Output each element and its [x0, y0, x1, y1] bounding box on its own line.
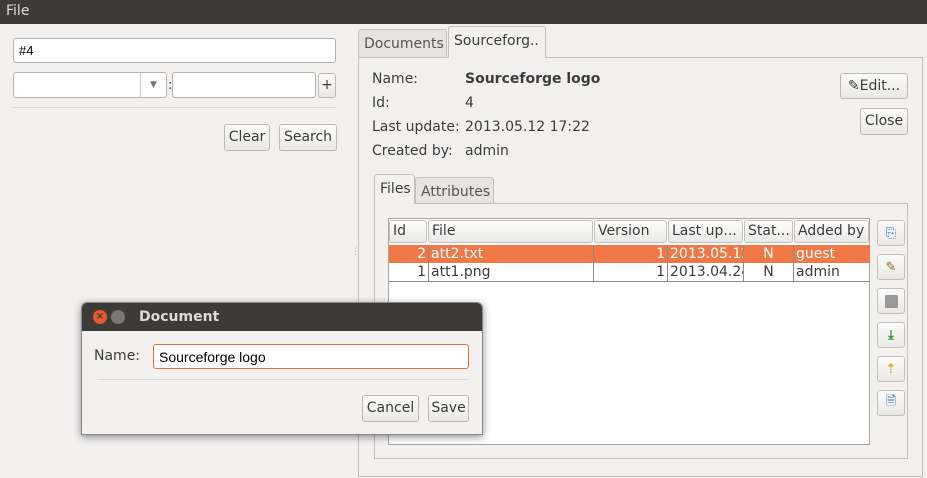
- last-update-label: Last update:: [372, 119, 460, 135]
- add-condition-button[interactable]: +: [318, 73, 336, 98]
- pencil-icon: ✎: [885, 259, 897, 275]
- attribute-combo[interactable]: ▼: [13, 72, 167, 98]
- menu-file[interactable]: File: [6, 3, 29, 19]
- last-update-value: 2013.05.12 17:22: [465, 119, 590, 135]
- pencil-icon: ✎: [847, 78, 860, 94]
- search-button[interactable]: Search: [279, 124, 337, 151]
- divider: [97, 379, 469, 380]
- name-label: Name:: [372, 71, 419, 87]
- open-icon: ⎘: [885, 225, 897, 241]
- download-button[interactable]: ⤓: [877, 322, 905, 348]
- menubar: File: [0, 0, 927, 24]
- save-file-button[interactable]: [877, 288, 905, 314]
- table-row[interactable]: 2 att2.txt 1 2013.05.12 N guest: [389, 245, 870, 263]
- close-button[interactable]: Close: [860, 108, 908, 135]
- edit-file-button[interactable]: ✎: [877, 254, 905, 280]
- attribute-value-input[interactable]: [172, 72, 316, 98]
- created-by-label: Created by:: [372, 143, 453, 159]
- cell-version: 1: [594, 245, 668, 263]
- save-icon: [884, 294, 898, 308]
- cell-id: 2: [389, 245, 429, 263]
- download-icon: ⤓: [888, 327, 894, 343]
- edit-button[interactable]: ✎Edit...: [840, 73, 908, 99]
- clear-button[interactable]: Clear: [224, 124, 270, 151]
- chevron-down-icon: ▼: [140, 73, 166, 97]
- document-dialog: × Document Name: Cancel Save: [81, 302, 483, 435]
- tab-attributes[interactable]: Attributes: [415, 177, 494, 204]
- cell-added-by: admin: [796, 264, 840, 280]
- id-value: 4: [465, 95, 474, 111]
- dialog-name-input[interactable]: [153, 344, 469, 369]
- cell-last-update: 2013.05.12: [670, 245, 744, 263]
- cancel-button[interactable]: Cancel: [362, 395, 419, 422]
- dialog-title: Document: [139, 309, 220, 325]
- divider: [12, 107, 336, 108]
- created-by-value: admin: [465, 143, 509, 159]
- cell-added-by: guest: [796, 246, 836, 262]
- id-label: Id:: [372, 95, 390, 111]
- dialog-titlebar: × Document: [82, 303, 482, 331]
- dialog-name-label: Name:: [94, 348, 141, 364]
- tab-sourceforge[interactable]: Sourceforg..: [448, 26, 546, 58]
- name-value: Sourceforge logo: [465, 71, 601, 87]
- column-header-file[interactable]: File: [428, 220, 593, 243]
- upload-icon: ⇡: [885, 361, 897, 377]
- cell-last-update: 2013.04.24: [670, 263, 744, 281]
- open-file-button[interactable]: ⎘: [877, 220, 905, 246]
- cell-id: 1: [389, 263, 429, 281]
- cell-status: N: [744, 263, 794, 281]
- cell-version: 1: [594, 263, 668, 281]
- cell-status: N: [744, 245, 794, 263]
- tab-files[interactable]: Files: [374, 174, 415, 204]
- search-query-input[interactable]: [13, 38, 336, 63]
- export-icon: 🗎: [885, 394, 897, 409]
- column-header-id[interactable]: Id: [389, 220, 427, 243]
- save-button[interactable]: Save: [428, 395, 469, 422]
- table-row[interactable]: 1 att1.png 1 2013.04.24 N admin: [389, 263, 870, 282]
- close-icon[interactable]: ×: [93, 310, 107, 324]
- column-header-version[interactable]: Version: [594, 220, 667, 243]
- cell-file: att1.png: [429, 263, 594, 281]
- export-button[interactable]: 🗎: [877, 390, 905, 416]
- column-header-added-by[interactable]: Added by: [794, 220, 869, 243]
- column-header-last-update[interactable]: Last up...: [668, 220, 743, 243]
- cell-file: att2.txt: [429, 245, 594, 263]
- maximize-icon[interactable]: [111, 310, 125, 324]
- upload-button[interactable]: ⇡: [877, 356, 905, 382]
- tab-documents[interactable]: Documents: [358, 29, 447, 57]
- column-header-status[interactable]: Stat...: [744, 220, 793, 243]
